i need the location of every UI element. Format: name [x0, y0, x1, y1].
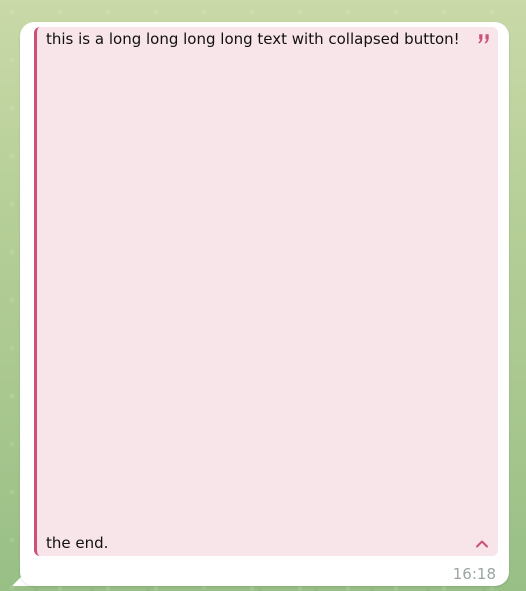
quote-icon [477, 33, 491, 45]
quote-text-end: the end. [46, 534, 109, 552]
message-time: 16:18 [452, 565, 496, 583]
collapsible-quote[interactable]: this is a long long long long text with … [34, 27, 498, 556]
collapse-quote-button[interactable] [472, 536, 492, 552]
quote-text-start: this is a long long long long text with … [46, 30, 460, 48]
chevron-up-icon [472, 536, 492, 552]
